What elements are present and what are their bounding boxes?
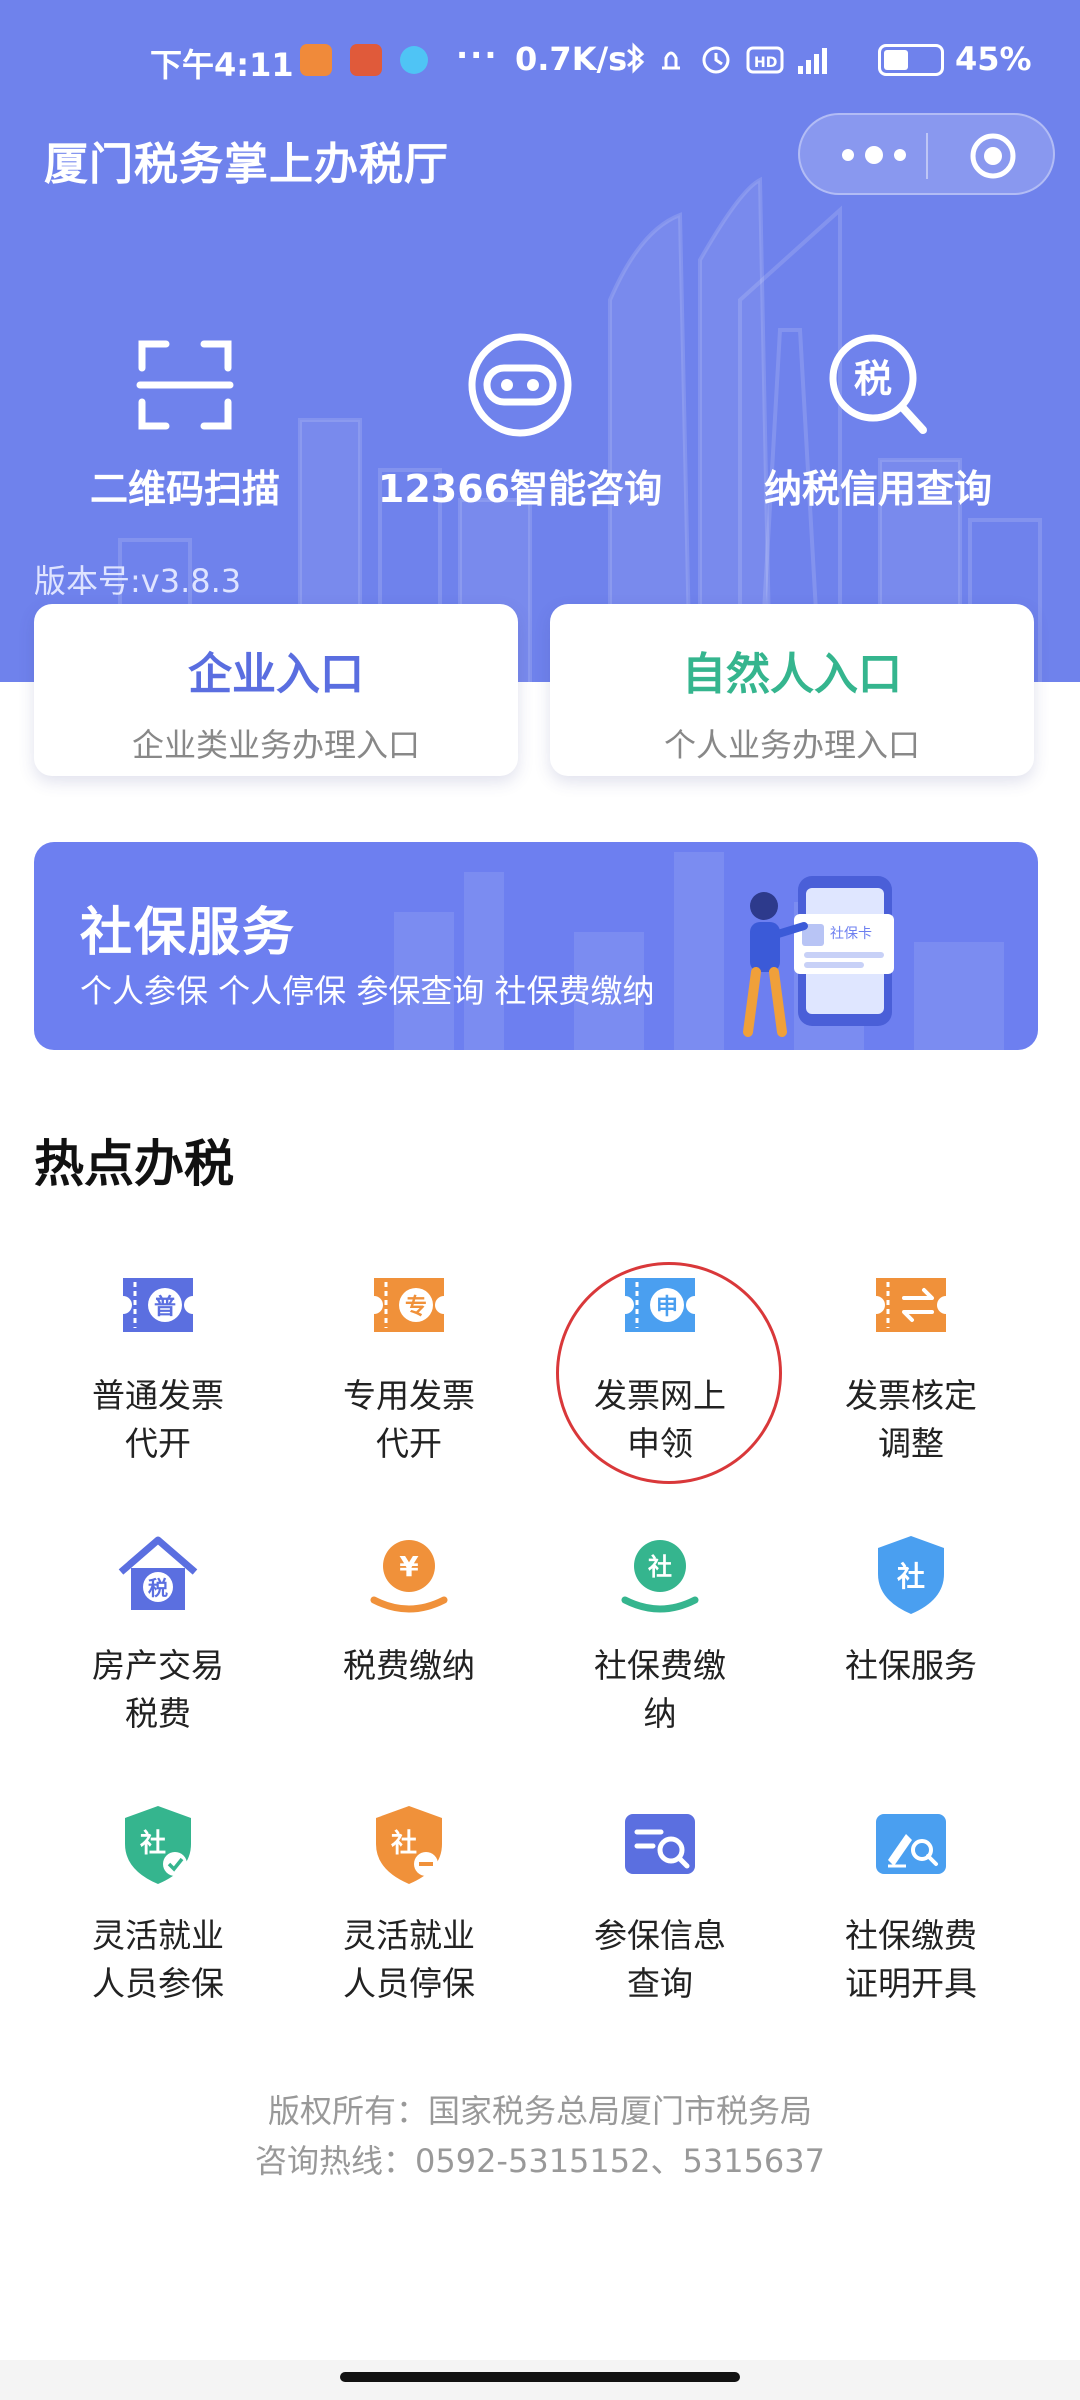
grid-label: 社保缴费 证明开具	[845, 1916, 977, 2003]
version-text: 版本号:v3.8.3	[34, 562, 242, 600]
svg-text:社: 社	[391, 1828, 417, 1859]
doc-search-icon	[625, 1814, 695, 1874]
svg-text:社: 社	[897, 1560, 925, 1593]
home-gesture-bar[interactable]	[340, 2372, 740, 2382]
status-icons: HD	[627, 42, 827, 74]
grid-item-invoice-adjust[interactable]: 发票核定 调整	[786, 1260, 1036, 1468]
ticket-icon: 专	[374, 1278, 444, 1332]
status-bar: 下午4:11 ··· 0.7K/s HD 45%	[0, 36, 1080, 88]
more-dots-icon[interactable]	[836, 137, 936, 173]
copyright-text: 版权所有：国家税务总局厦门市税务局	[267, 2092, 812, 2130]
notification-app-icon	[300, 44, 332, 76]
credit-query-label: 纳税信用查询	[763, 467, 992, 511]
notification-mi-icon	[350, 44, 382, 76]
grid-label: 税费缴纳	[343, 1646, 475, 1685]
grid-label: 发票核定 调整	[845, 1376, 977, 1463]
svg-text:税: 税	[854, 357, 892, 401]
svg-text:社保卡: 社保卡	[830, 926, 872, 942]
ticket-swap-icon	[876, 1278, 946, 1332]
grid-label: 灵活就业 人员参保	[92, 1916, 224, 2003]
qr-scan-label: 二维码扫描	[89, 467, 280, 511]
shield-minus-icon: 社	[376, 1806, 442, 1884]
qr-scan-button[interactable]: 二维码扫描	[35, 330, 335, 513]
grid-item-payment-certificate[interactable]: 社保缴费 证明开具	[786, 1800, 1036, 2008]
robot-chat-icon	[468, 333, 572, 437]
enterprise-entry-card[interactable]: 企业入口 企业类业务办理入口	[34, 604, 518, 776]
social-security-banner[interactable]: 社保卡 社保服务 个人参保 个人停保 参保查询 社保费缴纳	[34, 842, 1038, 1050]
footer: 版权所有：国家税务总局厦门市税务局 咨询热线：0592-5315152、5315…	[0, 2086, 1080, 2186]
svg-text:社: 社	[140, 1828, 166, 1859]
svg-text:普: 普	[154, 1294, 176, 1320]
hotline-text: 咨询热线：0592-5315152、5315637	[254, 2142, 826, 2180]
yen-hand-icon: ¥	[370, 1540, 448, 1613]
mute-bell-icon	[662, 51, 680, 70]
capsule-divider	[926, 133, 928, 179]
grid-label: 参保信息 查询	[594, 1916, 726, 2003]
grid-label: 社保服务	[845, 1646, 977, 1685]
bluetooth-icon	[627, 42, 645, 74]
target-circle-icon[interactable]	[968, 131, 1018, 181]
grid-item-tax-payment[interactable]: ¥ 税费缴纳	[284, 1530, 534, 1690]
section-title: 热点办税	[34, 1135, 234, 1193]
ticket-icon: 普	[123, 1278, 193, 1332]
grid-item-property-tax[interactable]: 税 房产交易 税费	[33, 1530, 283, 1738]
svg-text:专: 专	[405, 1294, 427, 1320]
svg-text:¥: ¥	[399, 1550, 419, 1583]
tax-search-icon: 税	[829, 334, 927, 434]
doc-edit-icon	[876, 1814, 946, 1874]
notification-browser-icon	[400, 46, 428, 74]
person-illustration	[750, 892, 778, 920]
grid-item-enroll-query[interactable]: 参保信息 查询	[535, 1800, 785, 2008]
enterprise-entry-title: 企业入口	[188, 649, 364, 700]
grid-label: 社保费缴 纳	[594, 1646, 726, 1733]
grid-label: 房产交易 税费	[92, 1646, 224, 1733]
more-notifications-icon: ···	[456, 36, 499, 74]
signal-icon	[798, 48, 827, 74]
svg-text:税: 税	[148, 1576, 168, 1600]
system-nav-bar	[0, 2360, 1080, 2400]
grid-item-social-fee[interactable]: 社 社保费缴 纳	[535, 1530, 785, 1738]
qr-scan-icon	[136, 340, 234, 430]
individual-entry-subtitle: 个人业务办理入口	[663, 726, 920, 764]
grid-label: 灵活就业 人员停保	[343, 1916, 475, 2003]
social-hand-icon: 社	[621, 1540, 699, 1613]
status-time: 下午4:11	[150, 46, 294, 84]
house-tax-icon: 税	[118, 1536, 198, 1610]
battery-icon	[878, 44, 944, 76]
individual-entry-card[interactable]: 自然人入口 个人业务办理入口	[550, 604, 1034, 776]
shield-check-icon: 社	[125, 1806, 191, 1884]
individual-entry-title: 自然人入口	[682, 649, 902, 700]
grid-item-social-service[interactable]: 社 社保服务	[786, 1530, 1036, 1690]
svg-text:社: 社	[648, 1553, 672, 1581]
grid-item-flex-stop[interactable]: 社 灵活就业 人员停保	[284, 1800, 534, 2008]
app-title: 厦门税务掌上办税厅	[44, 139, 449, 190]
grid-item-general-invoice[interactable]: 普 普通发票 代开	[33, 1260, 283, 1468]
battery-percent: 45%	[955, 40, 1032, 78]
svg-text:HD: HD	[754, 55, 777, 71]
grid-item-flex-enroll[interactable]: 社 灵活就业 人员参保	[33, 1800, 283, 2008]
enterprise-entry-subtitle: 企业类业务办理入口	[131, 726, 420, 764]
shield-icon: 社	[878, 1536, 944, 1614]
grid-label: 专用发票 代开	[343, 1376, 475, 1463]
banner-title: 社保服务	[80, 903, 297, 963]
smart-consult-label: 12366智能咨询	[377, 467, 663, 511]
banner-subtitle: 个人参保 个人停保 参保查询 社保费缴纳	[80, 972, 655, 1010]
highlight-circle-annotation	[556, 1262, 782, 1484]
grid-label: 普通发票 代开	[92, 1376, 224, 1463]
network-speed: 0.7K/s	[515, 40, 628, 78]
credit-query-button[interactable]: 税 纳税信用查询	[728, 330, 1028, 513]
mini-program-capsule	[798, 113, 1055, 195]
smart-consult-button[interactable]: 12366智能咨询	[370, 330, 670, 513]
grid-item-special-invoice[interactable]: 专 专用发票 代开	[284, 1260, 534, 1468]
